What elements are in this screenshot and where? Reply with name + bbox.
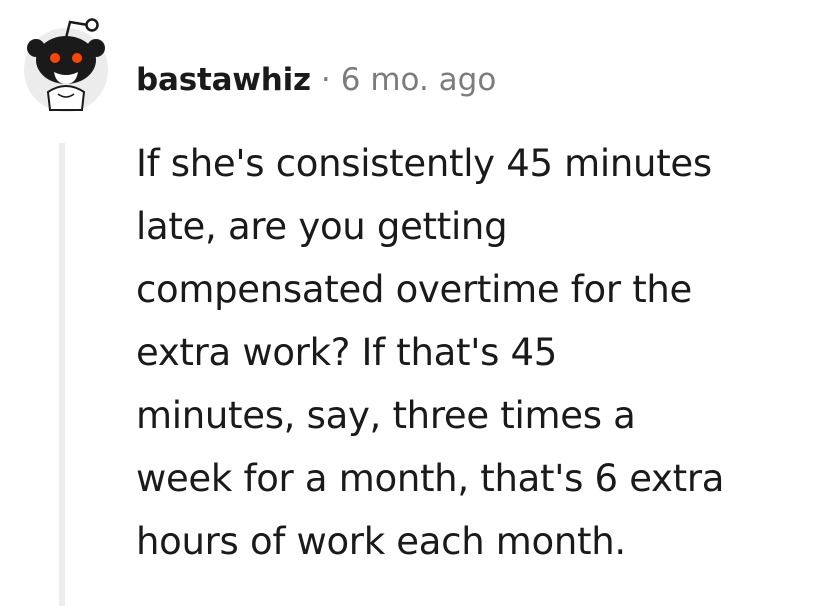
comment-body-line: hours of work each month. <box>136 520 626 563</box>
username-link[interactable]: bastawhiz <box>136 62 311 98</box>
comment-body-line: late, are you getting <box>136 205 508 248</box>
timestamp[interactable]: 6 mo. ago <box>341 62 497 98</box>
comment-body-line: minutes, say, three times a <box>136 394 636 437</box>
comment-body-line: week for a month, that's 6 extra <box>136 457 725 500</box>
comment-body-line: compensated overtime for the <box>136 268 693 311</box>
comment-body-line: If she's consistently 45 minutes <box>136 142 712 185</box>
comment-meta: bastawhiz · 6 mo. ago <box>136 58 496 102</box>
meta-separator: · <box>320 62 331 98</box>
comment-body-line: extra work? If that's 45 <box>136 331 558 374</box>
snoo-avatar-icon[interactable] <box>18 8 114 120</box>
comment-body: If she's consistently 45 minutes late, a… <box>136 132 806 573</box>
thread-line[interactable] <box>59 143 65 606</box>
